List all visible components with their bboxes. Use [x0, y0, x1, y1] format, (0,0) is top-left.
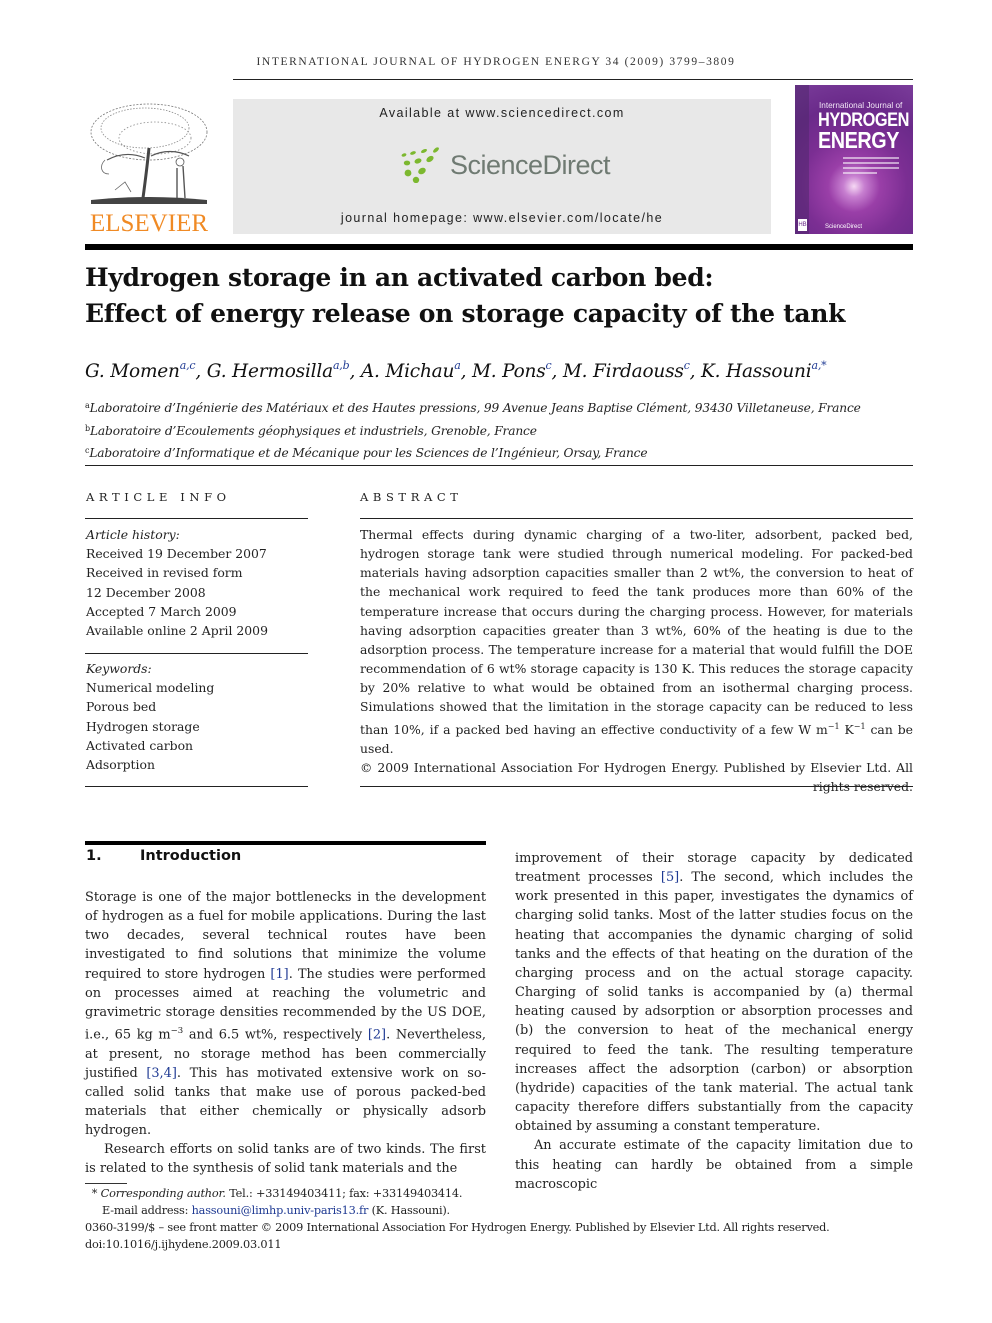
- front-matter-note: 0360-3199/$ – see front matter © 2009 In…: [85, 1221, 830, 1234]
- body-column-left: Storage is one of the major bottlenecks …: [85, 888, 486, 1178]
- abstract-heading: ABSTRACT: [360, 490, 463, 504]
- journal-homepage-link[interactable]: journal homepage: www.elsevier.com/locat…: [233, 211, 771, 225]
- affiliation-marker[interactable]: a,*: [811, 359, 826, 372]
- affiliation-marker[interactable]: a,b: [333, 359, 350, 372]
- abstract-copyright: © 2009 International Association For Hyd…: [360, 760, 913, 795]
- title-line-2: Effect of energy release on storage capa…: [85, 299, 846, 328]
- abstract-text: Thermal effects during dynamic charging …: [360, 525, 913, 796]
- article-title: Hydrogen storage in an activated carbon …: [85, 260, 915, 332]
- history-item: Available online 2 April 2009: [86, 623, 268, 639]
- citation-link[interactable]: [2]: [368, 1027, 386, 1042]
- running-head: INTERNATIONAL JOURNAL OF HYDROGEN ENERGY…: [256, 56, 736, 68]
- author[interactable]: M. Firdaoussc,: [563, 359, 701, 382]
- title-line-1: Hydrogen storage in an activated carbon …: [85, 263, 714, 292]
- footnote-rule: [85, 1183, 127, 1184]
- abstract-body: Thermal effects during dynamic charging …: [360, 527, 913, 756]
- paragraph: Research efforts on solid tanks are of t…: [85, 1142, 486, 1177]
- sciencedirect-dots-icon: [401, 147, 439, 183]
- keyword: Activated carbon: [86, 737, 194, 753]
- paragraph-text: . The second, which includes the work pr…: [515, 870, 913, 1135]
- sciencedirect-logo[interactable]: ScienceDirect: [398, 145, 611, 185]
- section-rule: [85, 841, 486, 845]
- article-history-label: Article history:: [86, 527, 180, 542]
- affiliation-list: aLaboratoire d’Ingénierie des Matériaux …: [85, 396, 861, 464]
- author[interactable]: G. Hermosillaa,b,: [207, 359, 361, 382]
- header-thick-rule: [85, 244, 913, 250]
- affiliation-rule: [85, 465, 913, 466]
- available-at-link[interactable]: Available at www.sciencedirect.com: [233, 106, 771, 120]
- footnotes: * Corresponding author. Tel.: +331494034…: [85, 1185, 830, 1253]
- author-list: G. Momena,c, G. Hermosillaa,b, A. Michau…: [85, 359, 827, 382]
- paragraph-continued: improvement of their storage capacity by…: [515, 849, 913, 1136]
- cover-spine: [795, 85, 809, 234]
- divider: [85, 653, 308, 654]
- history-item: 12 December 2008: [86, 584, 206, 600]
- doi[interactable]: doi:10.1016/j.ijhydene.2009.03.011: [85, 1236, 830, 1253]
- history-item: Received 19 December 2007: [86, 546, 267, 562]
- article-info-heading: ARTICLE INFO: [86, 490, 231, 504]
- email-link[interactable]: hassouni@limhp.univ-paris13.fr: [192, 1204, 369, 1217]
- elsevier-wordmark: ELSEVIER: [89, 210, 209, 237]
- author[interactable]: K. Hassounia,*: [701, 359, 827, 382]
- header-rule: [233, 79, 913, 80]
- divider: [360, 518, 913, 519]
- divider: [85, 786, 308, 787]
- affiliation: bLaboratoire d’Ecoulements géophysiques …: [85, 423, 537, 438]
- keyword: Hydrogen storage: [86, 718, 200, 734]
- section-heading-introduction: 1. Introduction: [86, 848, 241, 864]
- author[interactable]: G. Momena,c,: [85, 359, 207, 382]
- sciencedirect-wordmark: ScienceDirect: [450, 149, 611, 180]
- cover-journal-line: International Journal of: [819, 101, 903, 110]
- affiliation: cLaboratoire d’Informatique et de Mécani…: [85, 446, 648, 460]
- citation-link[interactable]: [1]: [270, 967, 288, 982]
- sciencedirect-banner: Available at www.sciencedirect.com Scien…: [233, 99, 771, 234]
- cover-editor-lines: [843, 157, 899, 177]
- body-column-right: improvement of their storage capacity by…: [515, 849, 913, 1194]
- paragraph: Storage is one of the major bottlenecks …: [85, 890, 487, 1139]
- keyword: Adsorption: [86, 757, 155, 773]
- history-item: Accepted 7 March 2009: [86, 603, 237, 619]
- section-title: Introduction: [140, 848, 242, 864]
- cover-badge: HB: [798, 219, 807, 231]
- author[interactable]: A. Michaua,: [361, 359, 472, 382]
- citation-link[interactable]: [3,4]: [146, 1066, 177, 1081]
- author[interactable]: M. Ponsc,: [472, 359, 563, 382]
- divider: [360, 786, 913, 787]
- cover-footer: ScienceDirect: [825, 224, 863, 230]
- article-history: Article history: Received 19 December 20…: [86, 525, 268, 640]
- keyword: Porous bed: [86, 699, 157, 715]
- keywords-label: Keywords:: [86, 661, 152, 676]
- keyword: Numerical modeling: [86, 680, 215, 696]
- citation-link[interactable]: [5]: [661, 870, 679, 885]
- elsevier-tree-icon: [90, 103, 208, 204]
- cover-title-energy: ENERGY: [818, 127, 899, 153]
- journal-cover-image[interactable]: International Journal of HYDROGEN ENERGY…: [795, 85, 913, 234]
- section-number: 1.: [86, 848, 102, 864]
- email-note: E-mail address: hassouni@limhp.univ-pari…: [101, 1204, 450, 1217]
- affiliation: aLaboratoire d’Ingénierie des Matériaux …: [85, 401, 861, 415]
- divider: [85, 518, 308, 519]
- elsevier-logo[interactable]: ELSEVIER: [85, 98, 213, 238]
- keywords: Keywords: Numerical modeling Porous bed …: [86, 659, 214, 774]
- affiliation-marker[interactable]: a,c: [180, 359, 196, 372]
- history-item: Received in revised form: [86, 565, 243, 581]
- corresponding-author-note: * Corresponding author. Tel.: +331494034…: [91, 1187, 463, 1200]
